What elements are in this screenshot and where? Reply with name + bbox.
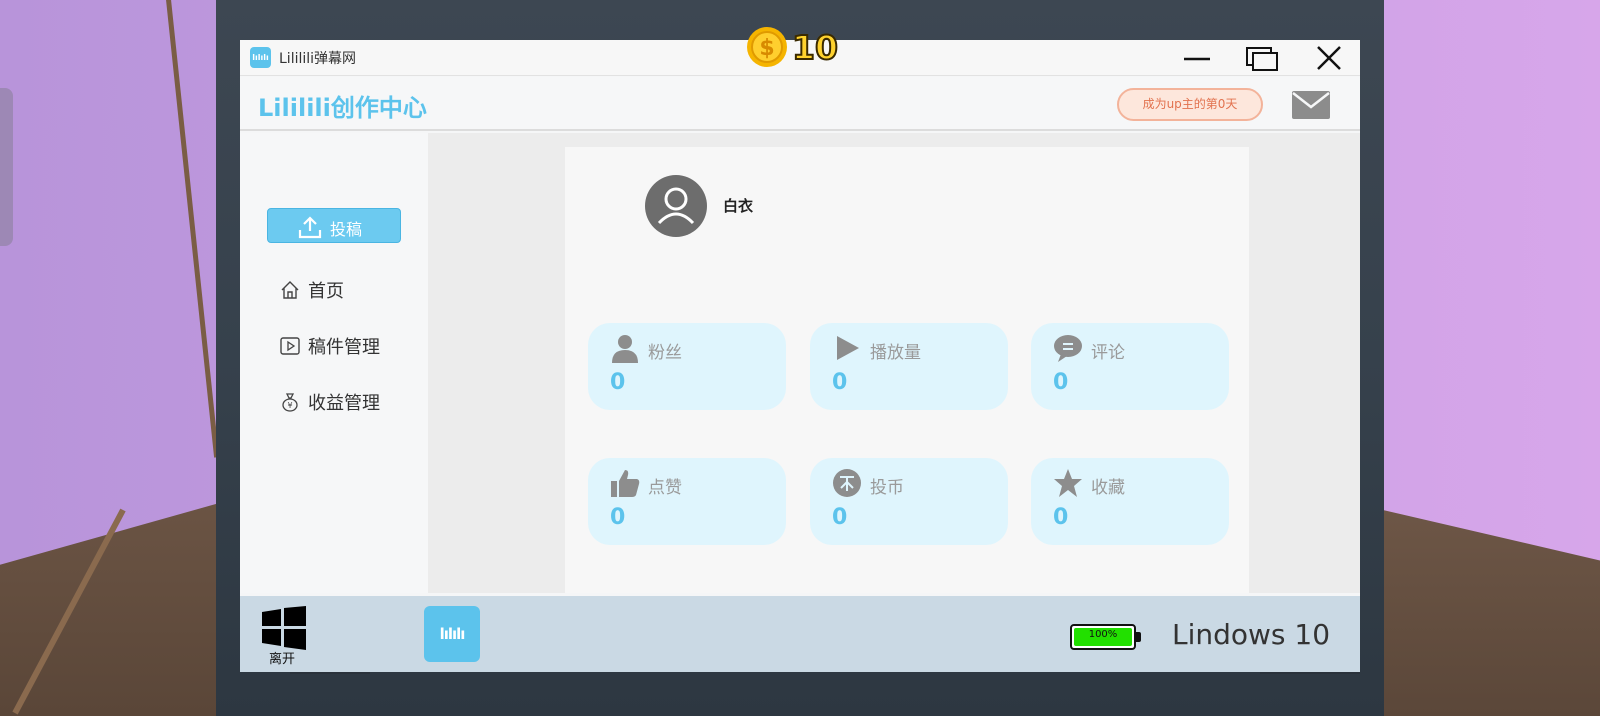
- sidebar-item-label: 收益管理: [308, 393, 380, 414]
- start-label: 离开: [269, 652, 296, 667]
- username: 白衣: [723, 197, 754, 215]
- stat-label: 粉丝: [648, 343, 682, 363]
- taskbar-app-icon[interactable]: lılılı: [424, 606, 480, 662]
- avatar[interactable]: [645, 175, 707, 237]
- money-bag-icon: ¥: [282, 393, 298, 412]
- close-button[interactable]: [1312, 43, 1346, 73]
- main-content: 白衣 粉丝 0 播放量 0 评论 0 点赞 0 投币 0 收藏 0: [428, 133, 1360, 593]
- svg-text:¥: ¥: [287, 401, 292, 410]
- app-brand: Lililili创作中心: [258, 94, 427, 122]
- stat-card-favorites: 收藏 0: [1031, 458, 1229, 545]
- sidebar: 投稿 首页 稿件管理 ¥ 收益管理: [240, 133, 428, 593]
- windows-logo-icon: [262, 606, 306, 650]
- rope: [165, 0, 220, 458]
- restore-icon: [1246, 47, 1278, 71]
- coin-counter: $ 10: [746, 26, 846, 70]
- stat-card-comments: 评论 0: [1031, 323, 1229, 410]
- os-name: Lindows 10: [1172, 618, 1331, 651]
- stat-value: 0: [832, 505, 848, 530]
- upload-button[interactable]: 投稿: [267, 208, 401, 243]
- stat-card-likes: 点赞 0: [588, 458, 786, 545]
- stat-label: 播放量: [870, 343, 921, 363]
- battery-indicator: 100%: [1070, 624, 1142, 652]
- minimize-icon: [1184, 57, 1210, 61]
- app-header: Lililili创作中心 成为up主的第0天: [240, 77, 1360, 131]
- taskbar: 离开 lılılı 100% Lindows 10: [240, 596, 1360, 672]
- battery-tip: [1136, 632, 1141, 642]
- up-days-badge: 成为up主的第0天: [1117, 88, 1263, 121]
- sidebar-item-label: 首页: [308, 281, 344, 302]
- window-title: Lililili弹幕网: [279, 51, 357, 67]
- dashboard-card: 白衣 粉丝 0 播放量 0 评论 0 点赞 0 投币 0 收藏 0: [565, 147, 1249, 593]
- play-icon: [837, 336, 859, 360]
- stat-label: 投币: [870, 478, 904, 498]
- stat-value: 0: [1053, 370, 1069, 395]
- person-icon: [612, 335, 638, 363]
- home-icon: [281, 281, 299, 299]
- dollar-coin-icon: $: [747, 27, 787, 67]
- stat-label: 点赞: [648, 478, 682, 498]
- app-logo-icon: lılılı: [250, 47, 271, 68]
- coin-icon: [833, 469, 861, 497]
- monitor-screen: lılılı Lililili弹幕网 Lililili创作中心 成为up主的第0…: [240, 40, 1360, 672]
- stat-value: 0: [832, 370, 848, 395]
- close-icon: [1317, 46, 1341, 70]
- stat-value: 0: [610, 370, 626, 395]
- restore-button[interactable]: [1244, 43, 1278, 73]
- video-icon: [280, 337, 300, 355]
- sidebar-item-label: 稿件管理: [308, 337, 380, 358]
- stat-label: 评论: [1091, 343, 1125, 363]
- comment-icon: [1054, 335, 1082, 362]
- minimize-button[interactable]: [1180, 43, 1214, 73]
- star-icon: [1054, 469, 1082, 497]
- stat-card-plays: 播放量 0: [810, 323, 1008, 410]
- stat-card-fans: 粉丝 0: [588, 323, 786, 410]
- mail-icon[interactable]: [1292, 91, 1330, 119]
- room-floor: [0, 500, 230, 716]
- svg-text:$: $: [759, 36, 774, 61]
- battery-percent: 100%: [1088, 629, 1118, 640]
- side-handle[interactable]: [0, 88, 13, 246]
- stat-label: 收藏: [1091, 478, 1125, 498]
- stat-value: 0: [610, 505, 626, 530]
- stat-card-coins: 投币 0: [810, 458, 1008, 545]
- upload-icon: [298, 216, 322, 239]
- stat-value: 0: [1053, 505, 1069, 530]
- thumbs-up-icon: [611, 470, 640, 497]
- upload-label: 投稿: [330, 220, 363, 239]
- coin-count: 10: [791, 27, 839, 68]
